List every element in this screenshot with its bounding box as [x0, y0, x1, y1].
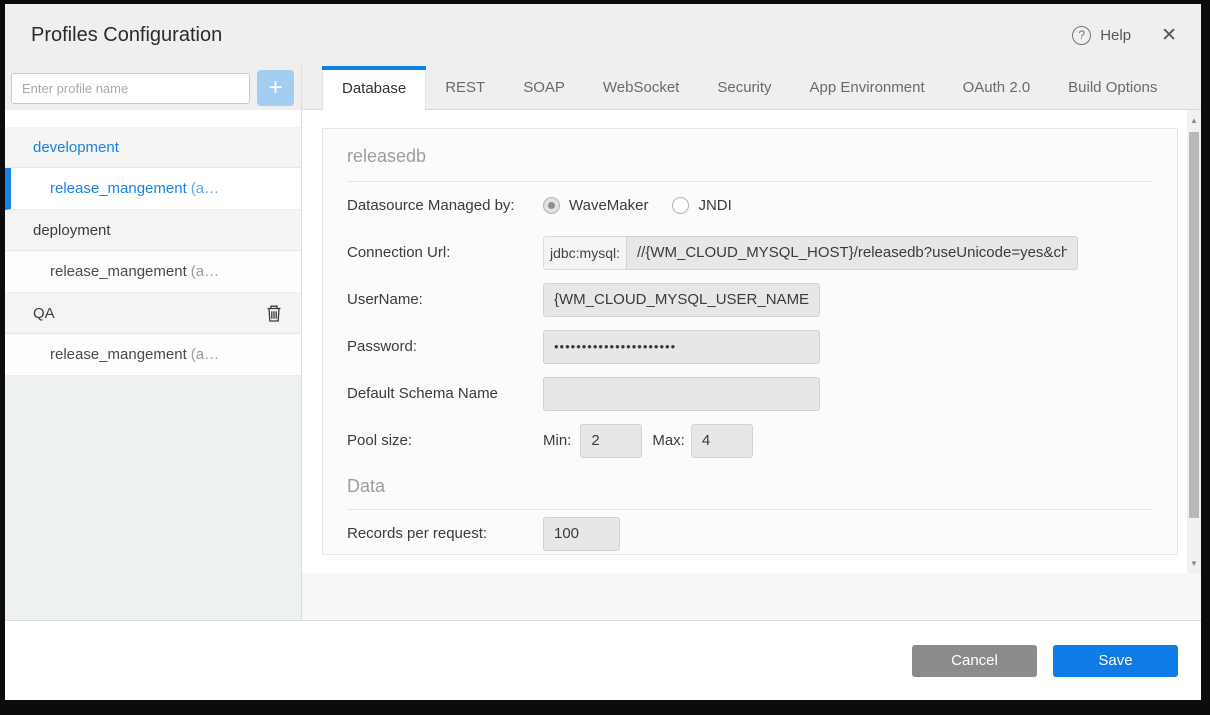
tab-label: WebSocket — [603, 79, 679, 96]
profile-item-truncation: (a… — [191, 346, 219, 363]
profile-item-truncation: (a… — [191, 180, 219, 197]
tab-websocket[interactable]: WebSocket — [584, 66, 698, 109]
close-icon[interactable]: ✕ — [1161, 26, 1177, 45]
tab-oauth[interactable]: OAuth 2.0 — [944, 66, 1050, 109]
content-bottom-strip — [302, 573, 1201, 620]
database-tab-content: releasedb Datasource Managed by: WaveMak… — [302, 110, 1201, 573]
scrollbar-down-icon[interactable]: ▼ — [1187, 555, 1201, 571]
tab-label: Security — [717, 79, 771, 96]
profile-item-deployment-release[interactable]: release_mangement (a… — [5, 251, 301, 293]
profiles-sidebar: + development release_mangement (a… depl… — [5, 66, 302, 620]
username-label: UserName: — [347, 291, 543, 308]
connection-url-label: Connection Url: — [347, 244, 543, 261]
database-config-panel: releasedb Datasource Managed by: WaveMak… — [322, 128, 1178, 555]
pool-size-row: Pool size: Min: Max: — [347, 417, 1153, 464]
tab-label: Database — [342, 80, 406, 97]
password-label: Password: — [347, 338, 543, 355]
dialog-body: + development release_mangement (a… depl… — [5, 66, 1201, 620]
tab-database[interactable]: Database — [322, 66, 426, 110]
profile-group-label: development — [33, 139, 119, 156]
main-area: Database REST SOAP WebSocket Security Ap… — [302, 66, 1201, 620]
schema-row: Default Schema Name — [347, 370, 1153, 417]
dialog-title: Profiles Configuration — [31, 24, 222, 47]
sidebar-filler — [5, 376, 301, 620]
tab-soap[interactable]: SOAP — [504, 66, 584, 109]
help-link[interactable]: Help — [1100, 27, 1131, 44]
profile-item-qa-release[interactable]: release_mangement (a… — [5, 334, 301, 376]
profile-group-deployment[interactable]: deployment — [5, 210, 301, 251]
records-row: Records per request: — [347, 510, 1153, 555]
pool-min-label: Min: — [543, 432, 571, 449]
profile-group-qa[interactable]: QA — [5, 293, 301, 334]
profile-item-label: release_mangement — [50, 346, 187, 363]
profile-group-label: QA — [33, 305, 55, 322]
pool-min-input[interactable] — [580, 424, 642, 458]
tab-build-options[interactable]: Build Options — [1049, 66, 1176, 109]
tab-label: REST — [445, 79, 485, 96]
profile-search-row: + — [5, 66, 301, 110]
connection-url-input[interactable] — [626, 236, 1078, 270]
password-input[interactable] — [543, 330, 820, 364]
jdbc-prefix: jdbc:mysql: — [543, 236, 627, 270]
radio-wavemaker-label: WaveMaker — [569, 197, 648, 214]
username-row: UserName: — [347, 276, 1153, 323]
radio-wavemaker[interactable] — [543, 197, 560, 214]
data-section-title: Data — [347, 466, 1153, 510]
username-input[interactable] — [543, 283, 820, 317]
records-input[interactable] — [543, 517, 620, 551]
cancel-button[interactable]: Cancel — [912, 645, 1037, 677]
profile-item-truncation: (a… — [191, 263, 219, 280]
profiles-configuration-dialog: Profiles Configuration ? Help ✕ + develo… — [5, 4, 1201, 700]
add-profile-button[interactable]: + — [257, 70, 294, 106]
schema-label: Default Schema Name — [347, 385, 543, 402]
datasource-label: Datasource Managed by: — [347, 197, 543, 214]
tab-rest[interactable]: REST — [426, 66, 504, 109]
profile-item-label: release_mangement — [50, 263, 187, 280]
profile-group-development[interactable]: development — [5, 127, 301, 168]
pool-max-input[interactable] — [691, 424, 753, 458]
save-button[interactable]: Save — [1053, 645, 1178, 677]
records-label: Records per request: — [347, 525, 543, 542]
config-tabbar: Database REST SOAP WebSocket Security Ap… — [302, 66, 1201, 110]
database-section-title: releasedb — [347, 129, 1153, 182]
delete-profile-icon[interactable] — [266, 304, 282, 323]
connection-url-row: Connection Url: jdbc:mysql: — [347, 229, 1153, 276]
tab-label: OAuth 2.0 — [963, 79, 1031, 96]
datasource-row: Datasource Managed by: WaveMaker JNDI — [347, 182, 1153, 229]
dialog-footer: Cancel Save — [5, 620, 1201, 700]
tab-app-environment[interactable]: App Environment — [791, 66, 944, 109]
profile-item-label: release_mangement — [50, 180, 187, 197]
scrollbar-up-icon[interactable]: ▲ — [1187, 112, 1201, 128]
scrollbar-thumb[interactable] — [1189, 132, 1199, 518]
tab-label: SOAP — [523, 79, 565, 96]
help-icon[interactable]: ? — [1072, 26, 1091, 45]
profile-group-label: deployment — [33, 222, 111, 239]
pool-size-label: Pool size: — [347, 432, 543, 449]
profile-item-development-release[interactable]: release_mangement (a… — [5, 168, 301, 210]
profile-name-input[interactable] — [11, 73, 250, 104]
radio-jndi[interactable] — [672, 197, 689, 214]
password-row: Password: — [347, 323, 1153, 370]
content-scrollbar[interactable]: ▲ ▼ — [1187, 110, 1201, 573]
sidebar-spacer — [5, 110, 301, 127]
tab-security[interactable]: Security — [698, 66, 790, 109]
radio-jndi-label: JNDI — [698, 197, 731, 214]
tab-label: Build Options — [1068, 79, 1157, 96]
header-actions: ? Help ✕ — [1072, 26, 1177, 45]
schema-input[interactable] — [543, 377, 820, 411]
dialog-header: Profiles Configuration ? Help ✕ — [5, 4, 1201, 66]
pool-max-label: Max: — [652, 432, 685, 449]
tab-label: App Environment — [810, 79, 925, 96]
